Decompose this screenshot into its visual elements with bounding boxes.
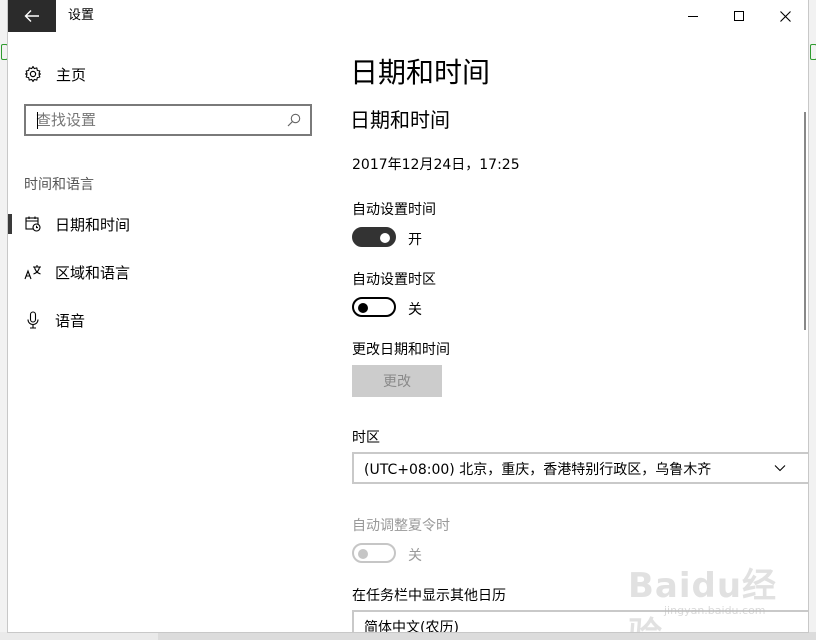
toggle-knob (358, 549, 368, 559)
toggle-knob (380, 233, 390, 243)
search-icon[interactable] (286, 112, 302, 128)
current-datetime: 2017年12月24日，17:25 (352, 157, 520, 173)
timezone-label: 时区 (352, 430, 380, 446)
timezone-dropdown[interactable]: (UTC+08:00) 北京，重庆，香港特别行政区，乌鲁木齐 (352, 452, 808, 484)
change-button[interactable]: 更改 (352, 365, 442, 397)
back-button[interactable] (8, 0, 56, 32)
background-app-marker (1, 44, 8, 60)
timezone-value: (UTC+08:00) 北京，重庆，香港特别行政区，乌鲁木齐 (364, 462, 712, 478)
language-icon (24, 263, 42, 281)
close-icon (779, 10, 791, 22)
minimize-icon (688, 16, 698, 17)
auto-timezone-label: 自动设置时区 (352, 272, 436, 288)
close-button[interactable] (762, 0, 808, 32)
selected-indicator (8, 214, 12, 234)
toggle-knob (358, 303, 368, 313)
minimize-button[interactable] (670, 0, 716, 32)
background-left-strip (0, 0, 8, 640)
background-bottom-strip-light (0, 632, 158, 640)
navigation-pane: 主页 时间和语言 日期和时间 (8, 32, 328, 632)
text-cursor (37, 112, 38, 129)
sidebar-item-speech[interactable]: 语音 (8, 300, 328, 340)
auto-timezone-toggle[interactable] (352, 297, 396, 317)
extra-calendar-value: 简体中文(农历) (364, 620, 459, 632)
dst-toggle[interactable] (352, 543, 396, 563)
calendar-clock-icon (24, 215, 42, 233)
chevron-down-icon (774, 465, 786, 472)
background-right-strip (808, 0, 816, 640)
maximize-button[interactable] (716, 0, 762, 32)
title-bar: 设置 (8, 0, 808, 32)
search-input[interactable] (36, 106, 276, 134)
auto-timezone-state: 关 (408, 302, 422, 318)
arrow-left-icon (24, 10, 39, 22)
microphone-icon (24, 311, 42, 329)
auto-time-toggle[interactable] (352, 227, 396, 247)
dst-label: 自动调整夏令时 (352, 518, 450, 534)
sidebar-item-label: 日期和时间 (55, 215, 131, 234)
gear-icon (24, 65, 42, 83)
nav-home[interactable]: 主页 (24, 62, 304, 86)
scrollbar[interactable] (804, 112, 806, 330)
sidebar-item-date-time[interactable]: 日期和时间 (8, 204, 328, 244)
search-box[interactable] (24, 104, 312, 136)
content-pane: 日期和时间 日期和时间 2017年12月24日，17:25 自动设置时间 开 自… (328, 32, 808, 632)
watermark-logo: Baidu经验 (628, 566, 778, 632)
auto-time-state: 开 (408, 232, 422, 248)
sidebar-item-region-language[interactable]: 区域和语言 (8, 252, 328, 292)
sidebar-item-label: 区域和语言 (55, 263, 131, 282)
watermark: Baidu经验 jingyan.baidu.com (628, 558, 798, 632)
settings-window: 设置 主页 时间和语 (8, 0, 808, 632)
nav-section-title: 时间和语言 (24, 177, 94, 193)
nav-home-label: 主页 (56, 65, 87, 84)
maximize-icon (734, 11, 744, 21)
extra-calendar-label: 在任务栏中显示其他日历 (352, 588, 506, 604)
watermark-url: jingyan.baidu.com (664, 604, 766, 617)
auto-time-label: 自动设置时间 (352, 202, 436, 218)
page-title: 日期和时间 (350, 56, 491, 89)
sidebar-item-label: 语音 (55, 311, 86, 330)
change-datetime-label: 更改日期和时间 (352, 342, 450, 358)
section-title: 日期和时间 (350, 108, 450, 132)
background-app-marker (810, 44, 816, 60)
dst-state: 关 (408, 548, 422, 564)
window-title: 设置 (68, 8, 95, 23)
